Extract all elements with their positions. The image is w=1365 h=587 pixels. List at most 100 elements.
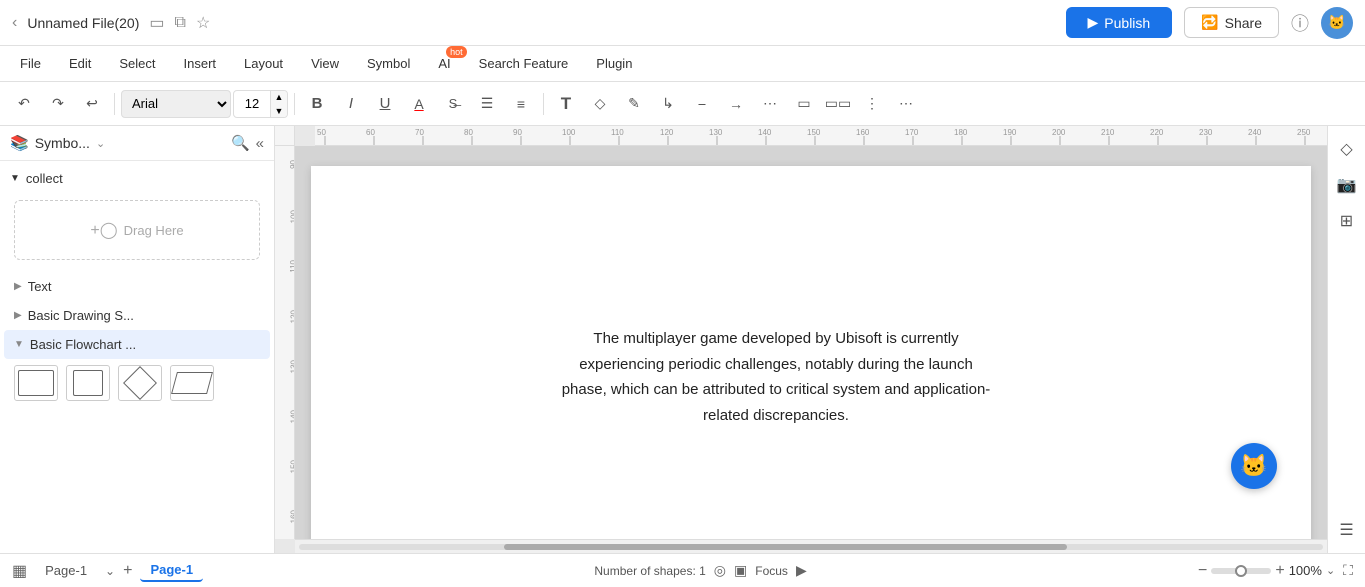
basic-drawing-chevron-icon: ▶ [14,310,22,321]
h-scrollbar-thumb[interactable] [504,544,1067,550]
zoom-dropdown-button[interactable]: ⌄ [1326,564,1335,577]
page-tab-active[interactable]: Page-1 [140,559,203,582]
star-icon[interactable]: ☆ [196,13,210,33]
font-size-input[interactable] [234,96,270,111]
font-family-select[interactable]: Arial Times New Roman Helvetica [121,90,231,118]
drag-area[interactable]: +◯ Drag Here [14,200,260,260]
shape-rect[interactable] [14,365,58,401]
shape-parallelogram[interactable] [170,365,214,401]
more-button[interactable]: ⋯ [890,88,922,120]
sidebar-search-button[interactable]: 🔍 [231,134,250,152]
sidebar-controls: 🔍 « [231,134,264,152]
canvas-page: The multiplayer game developed by Ubisof… [311,166,1311,539]
svg-text:240: 240 [1248,128,1262,137]
menu-insert[interactable]: Insert [172,52,229,75]
menu-plugin[interactable]: Plugin [584,52,644,75]
align-button[interactable]: ☰ [471,88,503,120]
menu-bar: File Edit Select Insert Layout View Symb… [0,46,1365,82]
collect-section: ▼ collect +◯ Drag Here [0,161,274,272]
menu-select[interactable]: Select [107,52,167,75]
sidebar-item-basic-flowchart[interactable]: ▼ Basic Flowchart ... [4,330,270,359]
sidebar-item-text[interactable]: ▶ Text [4,272,270,301]
menu-symbol[interactable]: Symbol [355,52,422,75]
pen-tool-button[interactable]: ✎ [618,88,650,120]
sidebar-title-area[interactable]: 📚 Symbo... ⌄ [10,134,105,152]
right-tool-diamond[interactable]: ◇ [1332,134,1362,164]
strikethrough-button[interactable]: S̶ [437,88,469,120]
arrow-style-button[interactable]: → [720,88,752,120]
underline-button[interactable]: U [369,88,401,120]
ruler-corner [275,126,295,146]
play-icon[interactable]: ▶ [796,562,807,579]
share-link-icon[interactable]: ⧉ [175,14,186,32]
help-icon[interactable]: ⓘ [1291,10,1309,36]
fullscreen-button[interactable]: ⛶ [1343,562,1353,579]
back-button[interactable]: ‹ [12,14,17,32]
duplicate-button[interactable]: ▭ [788,88,820,120]
status-right: − + 100% ⌄ ⛶ [1198,562,1353,580]
menu-edit[interactable]: Edit [57,52,103,75]
svg-text:130: 130 [709,128,723,137]
zoom-level: 100% [1289,563,1322,578]
shape-diamond[interactable] [118,365,162,401]
svg-text:180: 180 [954,128,968,137]
separator-2 [294,93,295,115]
menu-layout[interactable]: Layout [232,52,295,75]
dash-style-button[interactable]: ⋯ [754,88,786,120]
text-tool-button[interactable]: T [550,88,582,120]
menu-ai[interactable]: AI hot [426,52,462,75]
zoom-control: − + 100% ⌄ [1198,562,1335,580]
flip-button[interactable]: ▭▭ [822,88,854,120]
list-button[interactable]: ≡ [505,88,537,120]
right-tool-grid[interactable]: ⊞ [1332,206,1362,236]
canvas-text-block[interactable]: The multiplayer game developed by Ubisof… [561,326,991,428]
focus-label: Focus [755,564,788,578]
font-size-up[interactable]: ▲ [271,90,287,104]
toolbar: ↶ ↷ ↩ Arial Times New Roman Helvetica ▲ … [0,82,1365,126]
undo-button[interactable]: ↶ [8,88,40,120]
menu-file[interactable]: File [8,52,53,75]
basic-flowchart-label: Basic Flowchart ... [30,337,136,352]
font-color-button[interactable]: A [403,88,435,120]
font-size-down[interactable]: ▼ [271,104,287,118]
page-tab-chevron[interactable]: ⌄ [105,564,115,578]
shape-fill-button[interactable]: ◇ [584,88,616,120]
font-size-container: ▲ ▼ [233,90,288,118]
right-tool-image[interactable]: 📷 [1332,170,1362,200]
focus-icon[interactable]: ▣ [734,562,747,579]
zoom-slider-thumb[interactable] [1235,565,1247,577]
page-tab-inactive[interactable]: Page-1 [35,560,97,581]
menu-view[interactable]: View [299,52,351,75]
italic-button[interactable]: I [335,88,367,120]
zoom-in-button[interactable]: + [1275,562,1284,580]
connector-tool-button[interactable]: ↳ [652,88,684,120]
add-page-button[interactable]: + [123,562,132,580]
page-view-icon[interactable]: ▦ [12,561,27,581]
redo-button[interactable]: ↷ [42,88,74,120]
h-scrollbar[interactable] [295,539,1327,553]
shape-rect2[interactable] [66,365,110,401]
text-item-label: Text [28,279,52,294]
align-distribute-button[interactable]: ⋮ [856,88,888,120]
ai-assistant-bubble[interactable]: 🐱 [1231,443,1277,489]
layer-icon[interactable]: ◎ [714,562,726,579]
svg-text:100: 100 [562,128,576,137]
right-tool-list[interactable]: ☰ [1332,515,1362,545]
svg-text:160: 160 [856,128,870,137]
publish-button[interactable]: ▶ Publish [1066,7,1173,38]
zoom-out-button[interactable]: − [1198,562,1207,580]
panels-icon[interactable]: ▭ [149,13,164,33]
line-style-button[interactable]: ⎯ [686,88,718,120]
sidebar-item-basic-drawing[interactable]: ▶ Basic Drawing S... [4,301,270,330]
user-avatar[interactable]: 🐱 [1321,7,1353,39]
menu-search-feature[interactable]: Search Feature [467,52,581,75]
undo-history-button[interactable]: ↩ [76,88,108,120]
sidebar-collapse-button[interactable]: « [256,134,264,152]
canvas-area[interactable]: The multiplayer game developed by Ubisof… [295,146,1327,539]
svg-text:150: 150 [807,128,821,137]
bold-button[interactable]: B [301,88,333,120]
collect-header[interactable]: ▼ collect [0,165,274,192]
zoom-slider-track[interactable] [1211,568,1271,574]
status-center: Number of shapes: 1 ◎ ▣ Focus ▶ [594,562,806,579]
share-button[interactable]: 🔁 Share [1184,7,1279,38]
